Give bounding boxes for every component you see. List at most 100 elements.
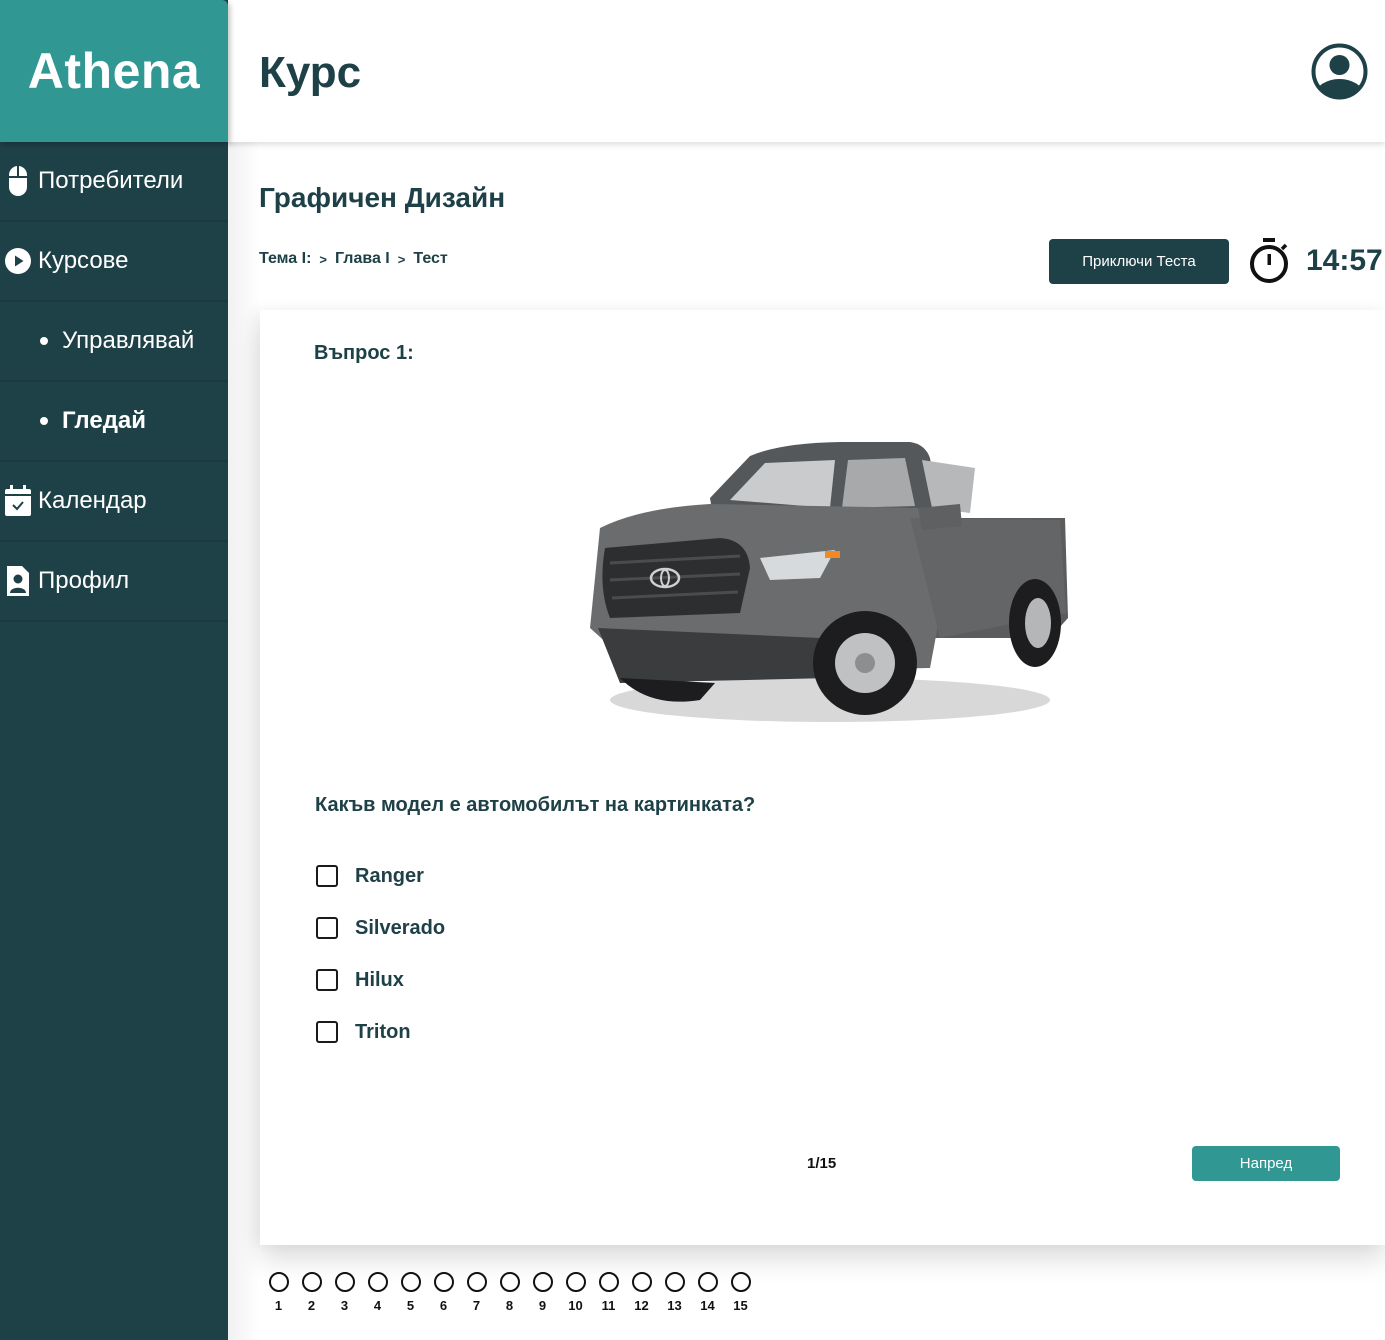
user-circle-icon[interactable]: [1311, 43, 1368, 100]
question-nav-item[interactable]: 5: [394, 1272, 427, 1313]
question-status-circle-icon[interactable]: [565, 1272, 586, 1292]
question-status-circle-icon[interactable]: [400, 1272, 421, 1292]
next-button[interactable]: Напред: [1192, 1146, 1340, 1181]
breadcrumb-topic[interactable]: Тема I:: [259, 250, 311, 268]
question-card: Въпрос 1: Какъв модел е автомобилът на к…: [260, 310, 1385, 1245]
sidebar: Athena Потребители Курсове Управлявай Гл…: [0, 0, 228, 1340]
question-image: [580, 438, 1070, 723]
question-nav-item[interactable]: 2: [295, 1272, 328, 1313]
answer-checkbox[interactable]: [316, 917, 338, 939]
question-nav-number: 10: [568, 1298, 583, 1313]
answer-option-label: Silverado: [355, 916, 446, 939]
sidebar-item-label: Профил: [38, 567, 130, 594]
breadcrumb-chapter[interactable]: Глава I: [335, 250, 390, 268]
brand-name: Athena: [27, 43, 201, 99]
profile-document-icon: [0, 565, 38, 597]
question-status-circle-icon[interactable]: [433, 1272, 454, 1292]
breadcrumb-separator-icon: >: [397, 251, 406, 267]
question-status-circle-icon[interactable]: [301, 1272, 322, 1292]
sidebar-item-calendar[interactable]: Календар: [0, 462, 228, 542]
question-status-circle-icon[interactable]: [334, 1272, 355, 1292]
question-nav-number: 7: [472, 1298, 481, 1313]
question-navigator: 1 2 3 4 5 6 7 8 9 10 11 12 13 14 15: [262, 1272, 757, 1313]
answer-option-label: Ranger: [355, 864, 424, 887]
course-title: Графичен Дизайн: [259, 182, 506, 213]
question-nav-number: 9: [538, 1298, 547, 1313]
question-nav-item[interactable]: 1: [262, 1272, 295, 1313]
question-text: Какъв модел е автомобилът на картинката?: [315, 794, 756, 816]
question-nav-item[interactable]: 11: [592, 1272, 625, 1313]
question-nav-number: 11: [601, 1298, 616, 1313]
page-title: Курс: [259, 48, 362, 97]
sidebar-item-users[interactable]: Потребители: [0, 142, 228, 222]
breadcrumb: Тема I: > Глава I > Тест: [259, 250, 448, 268]
breadcrumb-test: Тест: [413, 250, 448, 267]
question-nav-item[interactable]: 14: [691, 1272, 724, 1313]
question-status-circle-icon[interactable]: [730, 1272, 751, 1292]
question-status-circle-icon[interactable]: [664, 1272, 685, 1292]
timer-value: 14:57: [1306, 244, 1383, 277]
stopwatch-icon: [1248, 237, 1290, 285]
question-nav-item[interactable]: 8: [493, 1272, 526, 1313]
mouse-icon: [0, 165, 38, 197]
question-status-circle-icon[interactable]: [598, 1272, 619, 1292]
question-nav-item[interactable]: 3: [328, 1272, 361, 1313]
sidebar-item-label: Гледай: [62, 407, 147, 434]
answer-checkbox[interactable]: [316, 1021, 338, 1043]
question-nav-item[interactable]: 6: [427, 1272, 460, 1313]
question-nav-number: 15: [733, 1298, 748, 1313]
sidebar-item-label: Курсове: [38, 247, 129, 274]
breadcrumb-separator-icon: >: [319, 251, 327, 267]
question-nav-item[interactable]: 9: [526, 1272, 559, 1313]
bullet-icon: [40, 337, 48, 345]
sidebar-item-label: Управлявай: [62, 327, 195, 354]
question-nav-item[interactable]: 7: [460, 1272, 493, 1313]
question-status-circle-icon[interactable]: [268, 1272, 289, 1292]
question-status-circle-icon[interactable]: [631, 1272, 652, 1292]
brand-logo[interactable]: Athena: [0, 0, 228, 142]
sidebar-item-label: Потребители: [38, 167, 184, 194]
sidebar-nav: Потребители Курсове Управлявай Гледай Ка…: [0, 142, 228, 622]
question-nav-item[interactable]: 10: [559, 1272, 592, 1313]
answer-checkbox[interactable]: [316, 969, 338, 991]
answer-option-hilux[interactable]: Hilux: [316, 954, 445, 1006]
sidebar-item-label: Календар: [38, 487, 147, 514]
question-nav-number: 1: [274, 1298, 283, 1313]
sidebar-item-watch[interactable]: Гледай: [0, 382, 228, 462]
question-nav-number: 14: [700, 1298, 715, 1313]
answer-option-label: Hilux: [355, 968, 404, 991]
question-nav-number: 6: [439, 1298, 448, 1313]
top-header: Курс: [228, 0, 1385, 142]
question-status-circle-icon[interactable]: [466, 1272, 487, 1292]
finish-test-button[interactable]: Приключи Теста: [1049, 239, 1229, 284]
question-status-circle-icon[interactable]: [532, 1272, 553, 1292]
play-circle-icon: [0, 247, 38, 275]
question-nav-item[interactable]: 13: [658, 1272, 691, 1313]
question-status-circle-icon[interactable]: [697, 1272, 718, 1292]
answer-options: Ranger Silverado Hilux Triton: [316, 850, 445, 1058]
calendar-check-icon: [0, 485, 38, 517]
question-nav-number: 8: [505, 1298, 514, 1313]
sidebar-item-profile[interactable]: Профил: [0, 542, 228, 622]
question-nav-number: 4: [373, 1298, 382, 1313]
question-status-circle-icon[interactable]: [367, 1272, 388, 1292]
answer-checkbox[interactable]: [316, 865, 338, 887]
question-nav-number: 2: [307, 1298, 316, 1313]
answer-option-silverado[interactable]: Silverado: [316, 902, 445, 954]
question-nav-item[interactable]: 12: [625, 1272, 658, 1313]
answer-option-label: Triton: [355, 1020, 411, 1043]
question-nav-number: 3: [340, 1298, 349, 1313]
bullet-icon: [40, 417, 48, 425]
sidebar-item-courses[interactable]: Курсове: [0, 222, 228, 302]
question-status-circle-icon[interactable]: [499, 1272, 520, 1292]
question-nav-number: 5: [406, 1298, 415, 1313]
answer-option-ranger[interactable]: Ranger: [316, 850, 445, 902]
question-nav-item[interactable]: 4: [361, 1272, 394, 1313]
sidebar-item-manage[interactable]: Управлявай: [0, 302, 228, 382]
main-content: Графичен Дизайн Тема I: > Глава I > Тест…: [228, 142, 1385, 1340]
question-nav-item[interactable]: 15: [724, 1272, 757, 1313]
question-number: Въпрос 1:: [314, 342, 414, 364]
answer-option-triton[interactable]: Triton: [316, 1006, 445, 1058]
page-counter: 1/15: [807, 1155, 837, 1172]
question-nav-number: 13: [667, 1298, 682, 1313]
